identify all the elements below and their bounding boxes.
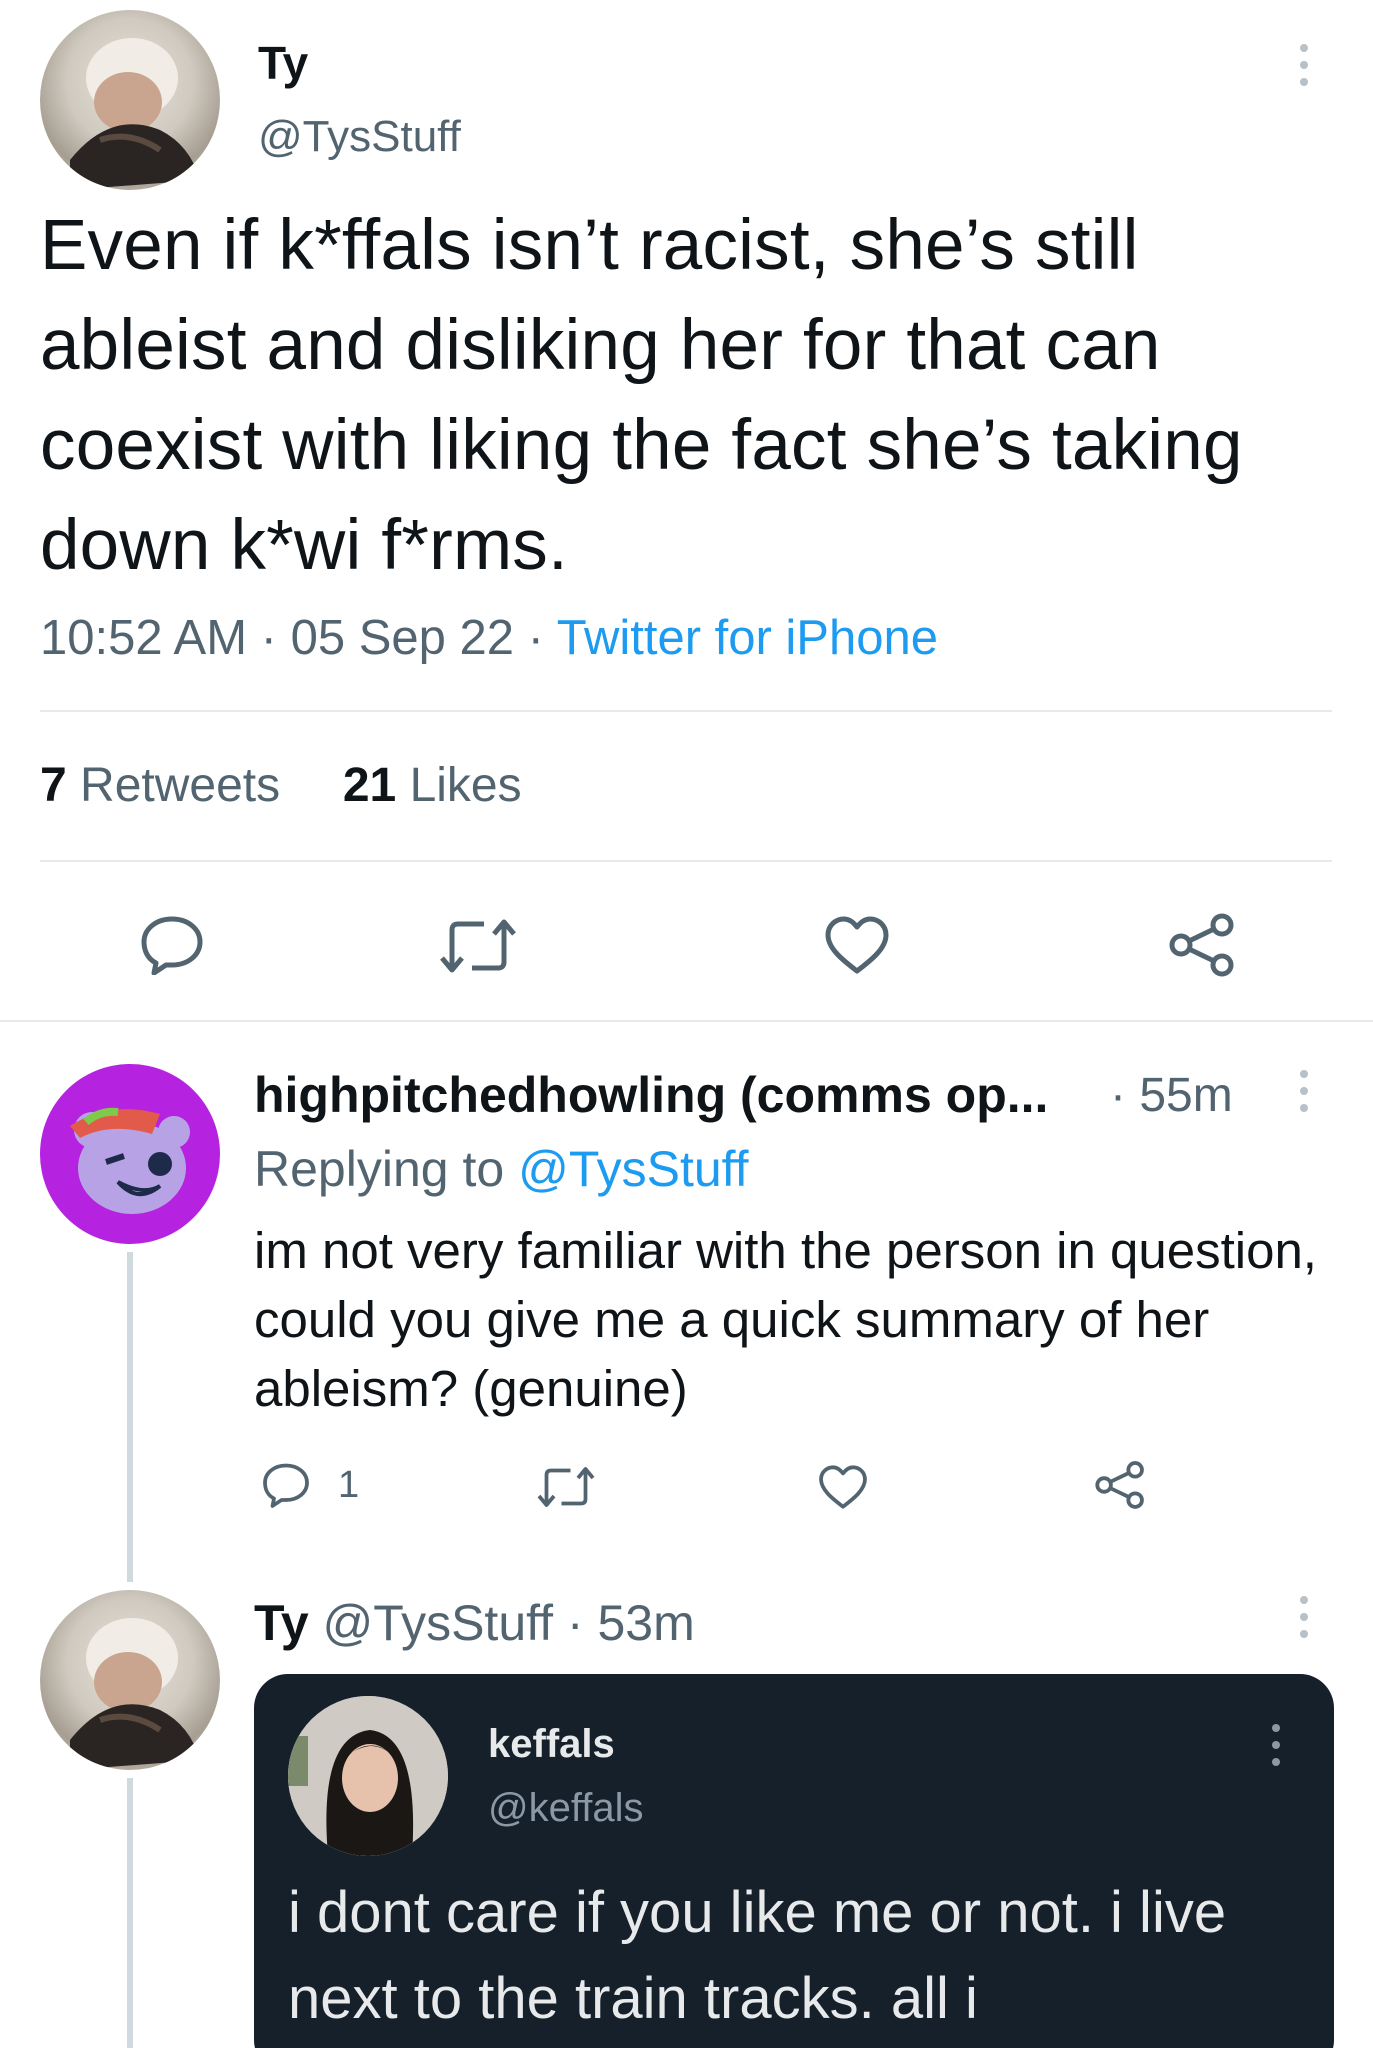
likes-stat[interactable]: 21 Likes (343, 759, 522, 812)
tweet-time: 10:52 AM (40, 611, 248, 665)
reply-icon[interactable] (140, 915, 204, 975)
likes-count: 21 (342, 759, 397, 812)
reply-author-name[interactable]: highpitchedhowling (comms op... (254, 1066, 1048, 1124)
engagement-stats: 7 Retweets 21 Likes (40, 758, 522, 813)
reply-count: 1 (338, 1464, 360, 1506)
tweet-text: Even if k*ffals isn’t racist, she’s stil… (40, 206, 1243, 585)
quoted-author-avatar (288, 1696, 448, 1856)
more-options-icon[interactable] (1296, 1070, 1312, 1112)
thread-connector-line (127, 1252, 133, 1582)
divider (40, 710, 1332, 712)
tweet-source-link[interactable]: Twitter for iPhone (557, 611, 938, 665)
author-avatar[interactable] (40, 10, 220, 190)
retweets-stat[interactable]: 7 Retweets (40, 759, 280, 812)
reply-author-line: Ty @TysStuff · 53m (254, 1594, 695, 1652)
more-options-icon[interactable] (1296, 44, 1312, 86)
reply-author-avatar[interactable] (40, 1590, 220, 1770)
reply-timestamp[interactable]: · 55m (1110, 1068, 1233, 1123)
share-icon[interactable] (1094, 1460, 1146, 1510)
reply-author-name[interactable]: Ty (254, 1595, 309, 1651)
author-name[interactable]: Ty (258, 36, 308, 90)
more-options-icon (1268, 1724, 1284, 1766)
replying-prefix: Replying to (254, 1141, 505, 1197)
avatar-photo-icon (288, 1696, 448, 1856)
tweet-meta: 10:52 AM · 05 Sep 22 · Twitter for iPhon… (40, 610, 938, 666)
reply-text: im not very familiar with the person in … (254, 1222, 1317, 1417)
quoted-author-handle: @keffals (488, 1786, 644, 1830)
likes-label: Likes (409, 759, 522, 812)
reply-author-handle[interactable]: @TysStuff (323, 1595, 553, 1651)
replying-to: Replying to @TysStuff (254, 1140, 749, 1198)
embedded-screenshot[interactable]: keffals @keffals i dont care if you like… (254, 1674, 1334, 2048)
reply-author-avatar[interactable] (40, 1064, 220, 1244)
author-handle[interactable]: @TysStuff (258, 112, 461, 162)
retweet-icon[interactable] (536, 1466, 596, 1508)
quoted-text: i dont care if you like me or not. i liv… (288, 1880, 1227, 2031)
divider (40, 860, 1332, 862)
avatar-photo-icon (70, 1618, 200, 1770)
avatar-photo-icon (70, 38, 200, 190)
reply-icon[interactable] (262, 1462, 310, 1508)
reply-timestamp[interactable]: · 53m (567, 1595, 695, 1651)
more-options-icon[interactable] (1296, 1596, 1312, 1638)
quoted-author-name: keffals (488, 1722, 615, 1766)
replying-handle-link[interactable]: @TysStuff (518, 1141, 748, 1197)
thread-connector-line (127, 1778, 133, 2048)
meta-separator: · (527, 611, 544, 665)
share-icon[interactable] (1168, 912, 1236, 978)
retweets-count: 7 (40, 759, 67, 812)
like-icon[interactable] (818, 1464, 868, 1510)
retweets-label: Retweets (80, 759, 281, 812)
like-icon[interactable] (824, 915, 890, 975)
cartoon-bear-avatar-icon (70, 1107, 190, 1214)
section-divider (0, 1020, 1373, 1022)
retweet-icon[interactable] (438, 918, 518, 974)
meta-separator: · (260, 611, 277, 665)
tweet-date: 05 Sep 22 (290, 611, 515, 665)
